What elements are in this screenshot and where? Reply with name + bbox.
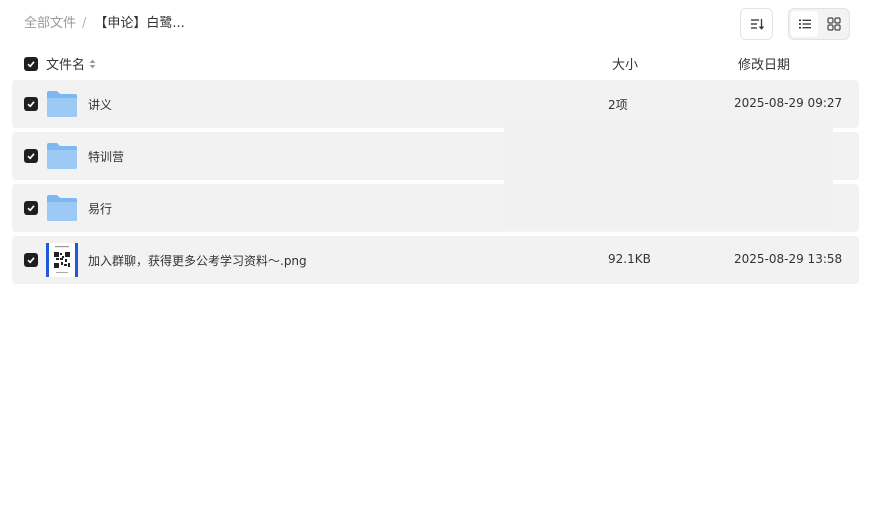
folder-icon <box>47 91 77 117</box>
table-header: 文件名 大小 修改日期 <box>12 52 859 76</box>
view-toggle <box>788 8 850 40</box>
file-size: 2项 <box>608 98 628 112</box>
file-name[interactable]: 讲义 <box>88 96 112 113</box>
folder-icon <box>47 195 77 221</box>
size-column-header[interactable]: 大小 <box>612 54 638 73</box>
name-header-label: 文件名 <box>46 58 86 73</box>
sort-caret-icon <box>89 59 96 68</box>
top-bar: 全部文件 / 【申论】白鹭... <box>0 0 874 48</box>
name-column-header[interactable]: 文件名 <box>46 54 96 73</box>
sort-icon <box>750 19 764 30</box>
file-name[interactable]: 特训营 <box>88 148 124 165</box>
file-date: 2025-08-29 13:58 <box>734 252 843 266</box>
select-all-checkbox[interactable] <box>24 57 38 71</box>
breadcrumb-separator: / <box>82 16 87 31</box>
file-date: 2025-08-29 09:27 <box>734 96 843 110</box>
grid-view-icon <box>826 17 841 31</box>
sort-button[interactable] <box>740 8 773 40</box>
row-checkbox[interactable] <box>24 149 38 163</box>
breadcrumb-current: 【申论】白鹭... <box>94 16 185 31</box>
image-file-icon <box>46 243 78 277</box>
check-icon <box>27 257 35 264</box>
row-checkbox[interactable] <box>24 97 38 111</box>
file-name[interactable]: 加入群聊，获得更多公考学习资料～.png <box>88 252 307 269</box>
breadcrumb: 全部文件 / 【申论】白鹭... <box>24 14 185 34</box>
date-column-header[interactable]: 修改日期 <box>738 54 790 73</box>
list-view-button[interactable] <box>791 11 818 37</box>
list-view-icon <box>798 19 811 29</box>
row-checkbox[interactable] <box>24 253 38 267</box>
row-checkbox[interactable] <box>24 201 38 215</box>
file-size: 92.1KB <box>608 252 651 266</box>
check-icon <box>27 205 35 212</box>
check-icon <box>27 153 35 160</box>
blurred-overlay <box>504 120 833 226</box>
folder-icon <box>47 143 77 169</box>
check-icon <box>27 101 35 108</box>
check-icon <box>27 61 35 68</box>
breadcrumb-root-link[interactable]: 全部文件 <box>24 14 76 34</box>
grid-view-button[interactable] <box>820 11 847 37</box>
file-name[interactable]: 易行 <box>88 200 112 217</box>
table-row[interactable]: 加入群聊，获得更多公考学习资料～.png 92.1KB 2025-08-29 1… <box>12 236 859 284</box>
